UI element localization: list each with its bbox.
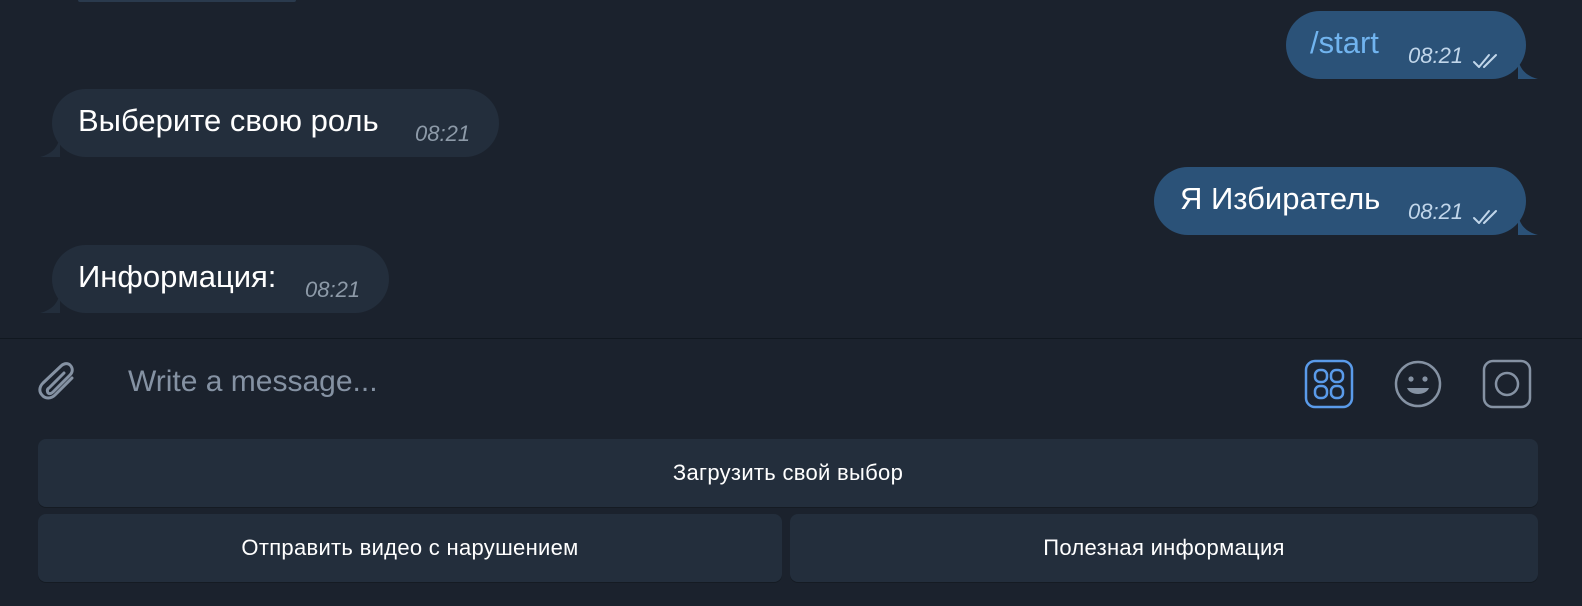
message-text[interactable]: Выберите свою роль [78, 103, 379, 139]
message-text[interactable]: Информация: [78, 259, 276, 295]
bubble-tail [40, 293, 60, 313]
bubble-tail [1518, 59, 1538, 79]
message-text[interactable]: /start [1310, 25, 1379, 61]
message-time: 08:21 [1408, 199, 1464, 224]
message-text[interactable]: Я Избиратель [1180, 181, 1380, 217]
bubble-tail [1518, 215, 1538, 235]
message-history[interactable]: /start 08:21 Выберите свою роль 08:21 Я … [0, 0, 1582, 338]
keyboard-button[interactable]: Полезная информация [790, 514, 1538, 582]
keyboard-button[interactable]: Загрузить свой выбор [38, 439, 1538, 507]
read-checkmarks-icon [1473, 54, 1497, 68]
chat-window: /start 08:21 Выберите свою роль 08:21 Я … [0, 0, 1582, 606]
keyboard-button[interactable]: Отправить видео с нарушением [38, 514, 782, 582]
read-checkmarks-icon [1473, 210, 1497, 224]
paperclip-icon[interactable] [36, 360, 82, 408]
incoming-message[interactable]: Информация: 08:21 [40, 245, 389, 313]
message-time: 08:21 [1408, 43, 1464, 68]
message-composer [0, 339, 1582, 427]
bot-reply-keyboard: Загрузить свой выбор Отправить видео с н… [0, 427, 1582, 606]
camera-icon[interactable] [1482, 359, 1532, 409]
emoji-icon[interactable] [1393, 359, 1443, 409]
message-input[interactable] [128, 361, 1228, 403]
outgoing-message[interactable]: /start 08:21 [1286, 11, 1538, 79]
previous-message-edge [78, 0, 296, 2]
bubble-tail [40, 137, 60, 157]
message-time: 08:21 [305, 277, 361, 302]
bot-keyboard-icon[interactable] [1304, 359, 1354, 409]
outgoing-message[interactable]: Я Избиратель 08:21 [1154, 167, 1538, 235]
message-time: 08:21 [415, 121, 471, 146]
incoming-message[interactable]: Выберите свою роль 08:21 [40, 89, 499, 157]
